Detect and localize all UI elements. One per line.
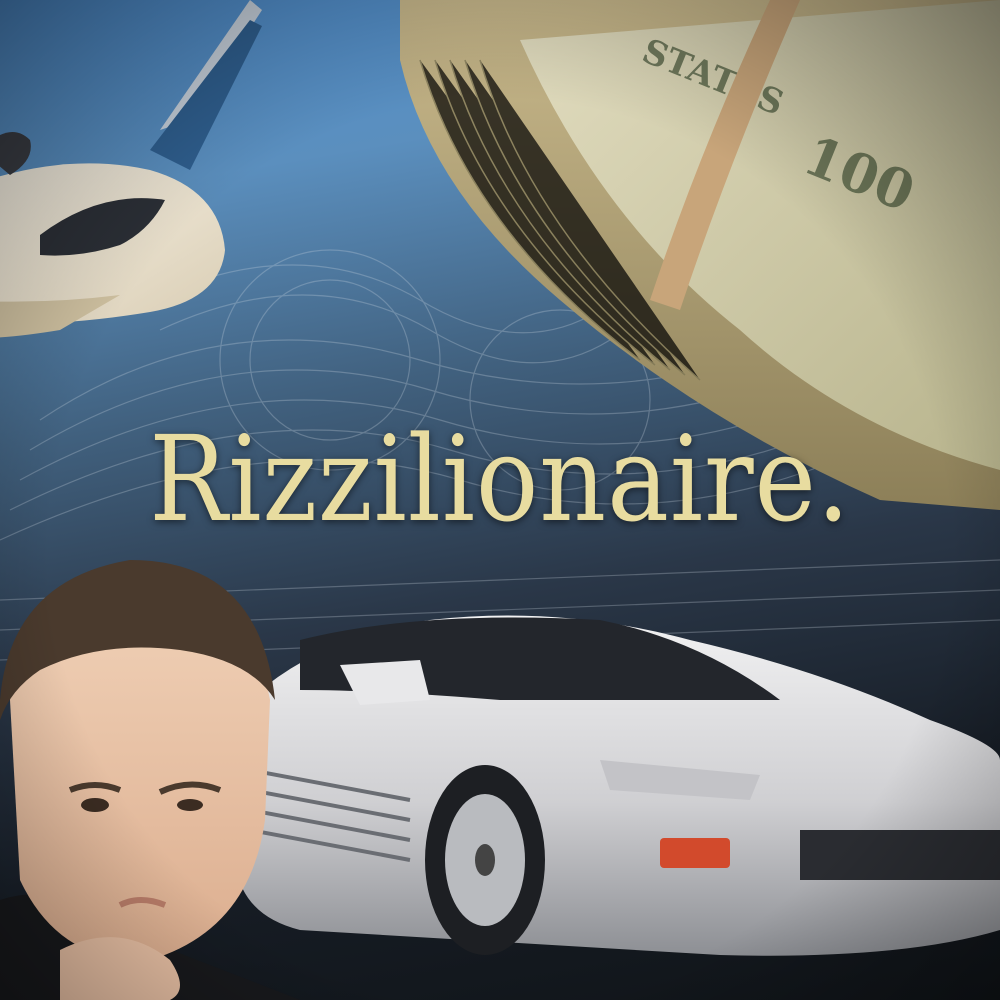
poster-title: Rizzilionaire. (149, 410, 851, 548)
poster-canvas: 100 STATES (0, 0, 1000, 1000)
